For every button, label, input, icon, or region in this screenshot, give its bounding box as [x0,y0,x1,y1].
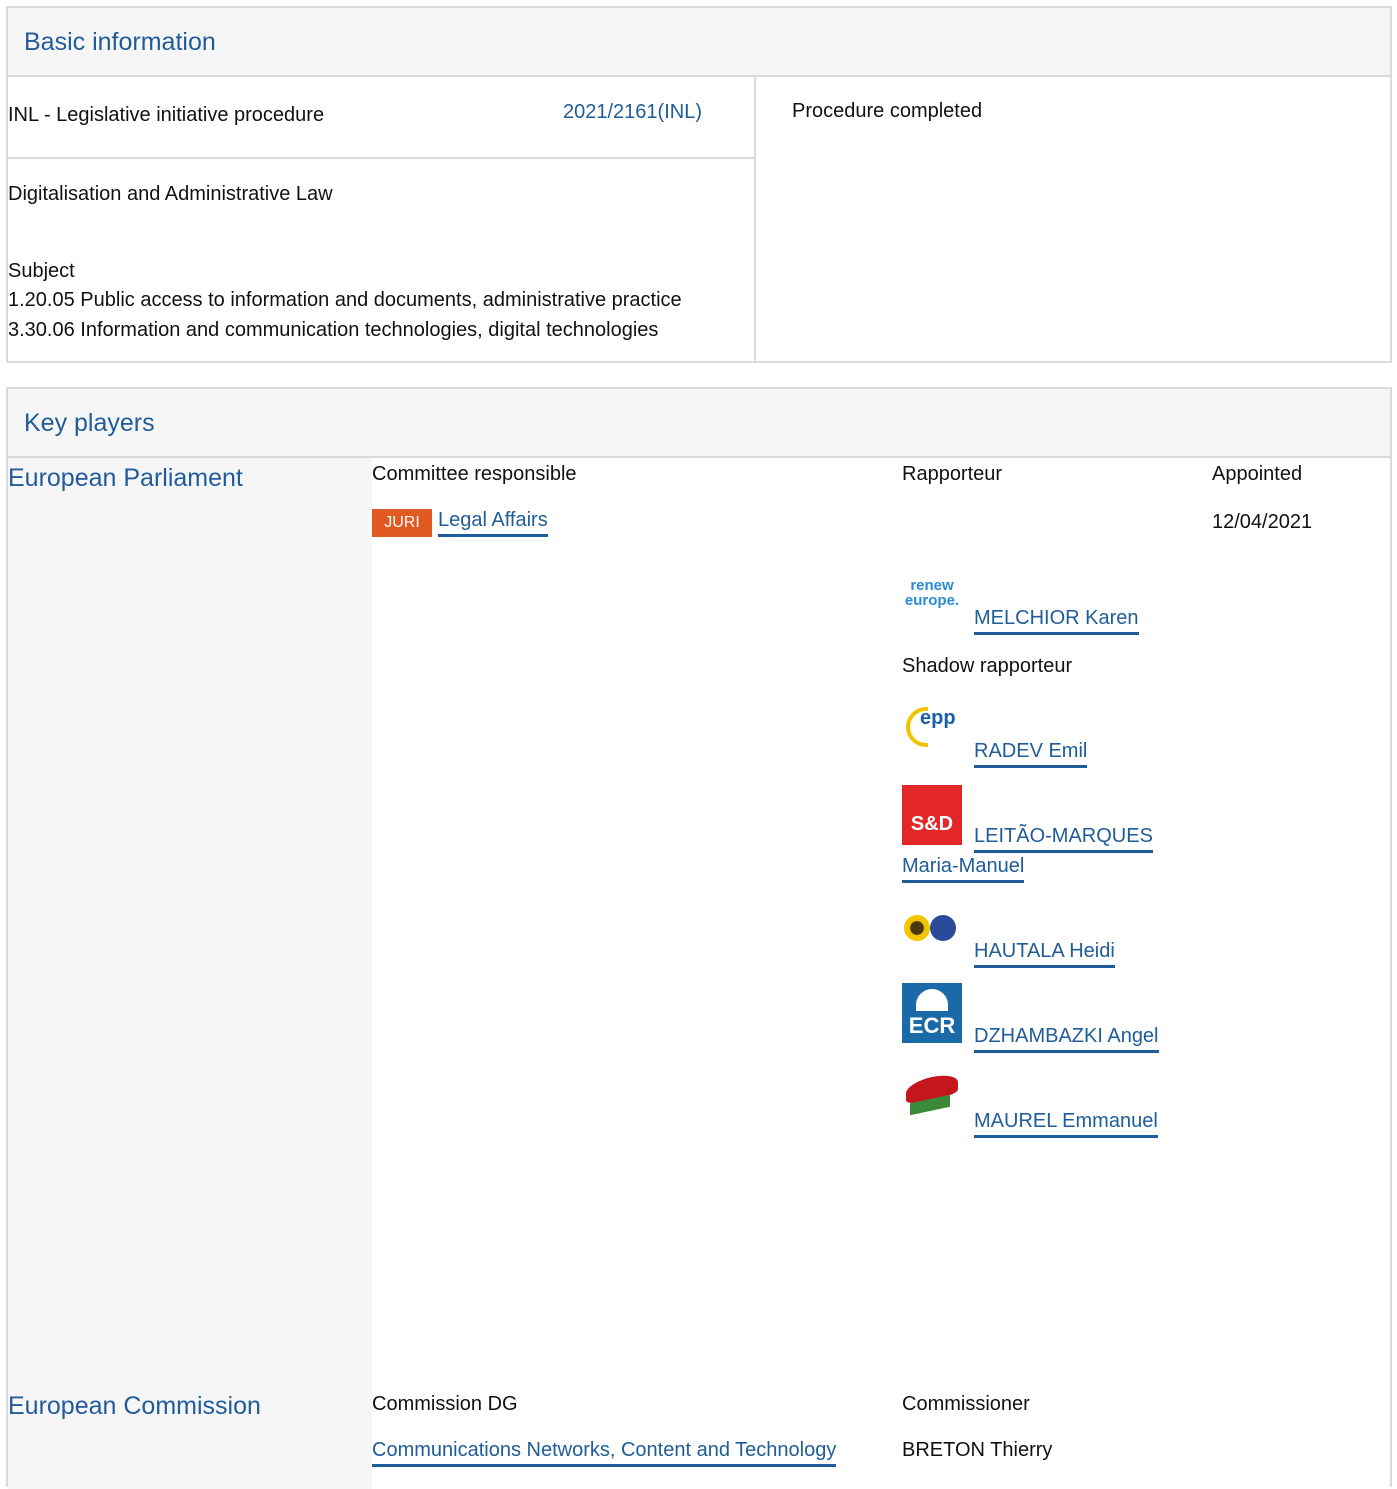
committee-legal-affairs-link[interactable]: Legal Affairs [438,509,548,537]
rapporteur-header: Rapporteur [902,463,1003,485]
key-players-title: Key players [24,409,155,437]
basic-information-title: Basic information [24,28,216,56]
ecr-lion-icon [916,989,948,1011]
european-parliament-link[interactable]: European Parliament [8,464,243,493]
procedure-type-row: INL - Legislative initiative procedure 2… [8,77,754,159]
shadow-rapporteur-name: Maria-Manuel [902,855,1025,883]
shadow-rapporteur-label: Shadow rapporteur [902,655,1073,677]
commission-dg-link[interactable]: Communications Networks, Content and Tec… [372,1439,837,1467]
procedure-reference-link[interactable]: 2021/2161(INL) [563,101,702,124]
sd-logo: S&D [902,785,962,845]
key-players-panel: Key players European Parliament Committe… [6,387,1392,1489]
subject-item: 3.30.06 Information and communication te… [8,319,659,341]
epp-logo: epp [902,699,962,759]
shadow-rapporteur-link[interactable]: HAUTALA Heidi [974,940,1115,968]
left-logo [902,1071,962,1131]
commissioner-header: Commissioner [902,1393,1030,1415]
appointed-header: Appointed [1212,463,1303,485]
procedure-type: INL - Legislative initiative procedure [8,104,325,126]
ecr-logo: ECR [902,983,962,1043]
basic-left-column: INL - Legislative initiative procedure 2… [8,77,756,363]
greens-efa-logo [902,907,962,967]
subject-item: 1.20.05 Public access to information and… [8,289,682,311]
sunflower-icon [904,915,930,941]
shadow-rapporteur-name: LEITÃO-MARQUES [974,825,1153,853]
commissioner-name: BRETON Thierry [902,1439,1053,1461]
basic-information-header[interactable]: Basic information [8,8,1390,77]
committee-badge: JURI [372,509,432,537]
rapporteur-link[interactable]: MELCHIOR Karen [974,607,1139,635]
shadow-rapporteur-link[interactable]: DZHAMBAZKI Angel [974,1025,1159,1053]
procedure-title: Digitalisation and Administrative Law [8,183,333,205]
european-commission-link[interactable]: European Commission [8,1392,261,1421]
basic-information-panel: Basic information INL - Legislative init… [6,6,1392,363]
commission-dg-header: Commission DG [372,1393,518,1415]
key-players-header[interactable]: Key players [8,389,1390,458]
efa-circle-icon [930,915,956,941]
shadow-rapporteur-link[interactable]: MAUREL Emmanuel [974,1110,1158,1138]
renew-europe-logo: renew europe. [904,577,960,609]
institution-column [8,458,372,1489]
appointed-date: 12/04/2021 [1212,511,1313,533]
subject-label: Subject [8,260,75,282]
procedure-status: Procedure completed [792,100,983,122]
shadow-rapporteur-link[interactable]: RADEV Emil [974,740,1088,768]
committee-responsible-header: Committee responsible [372,463,577,485]
